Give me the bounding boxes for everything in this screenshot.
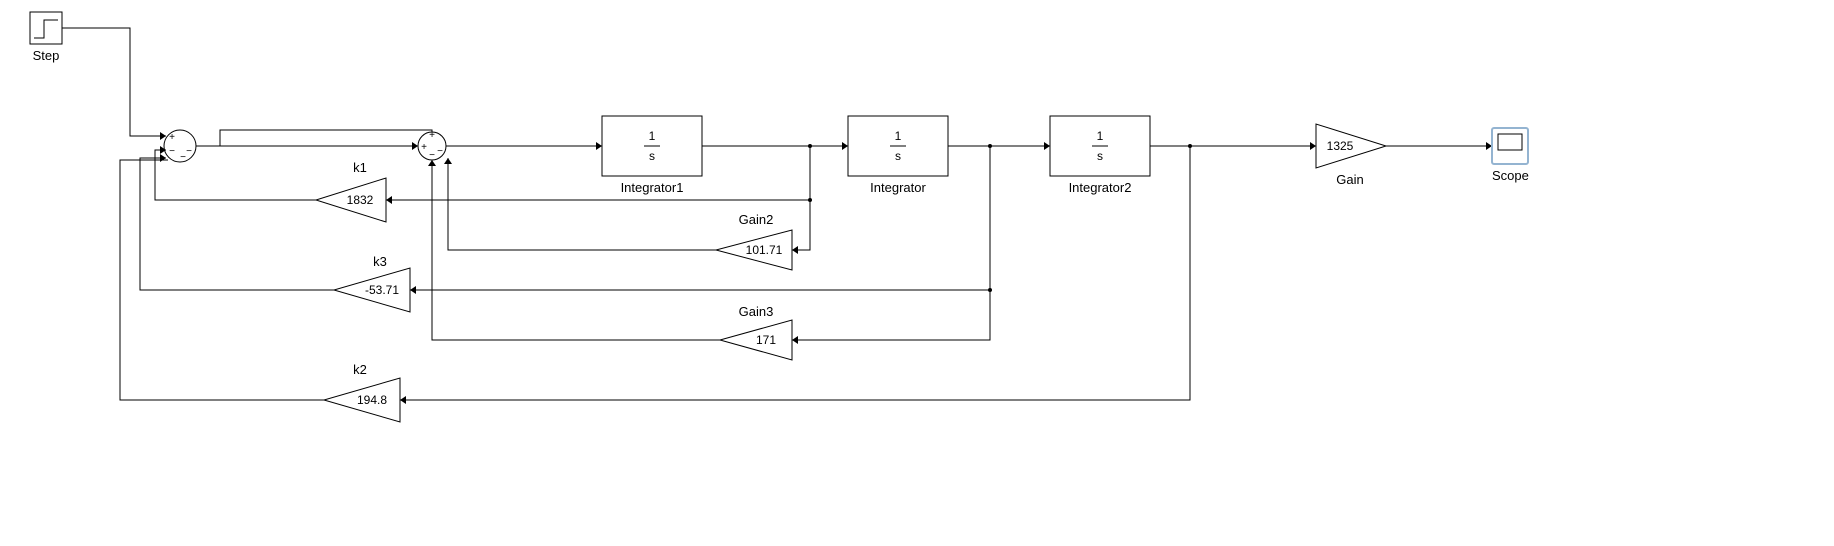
k3-label: k3	[360, 254, 400, 269]
sum2-block[interactable]: + + − −	[418, 130, 446, 161]
step-block[interactable]	[30, 12, 62, 44]
wire-gain-to-scope	[1386, 142, 1492, 150]
wire-sum1-to-sum2	[196, 130, 432, 150]
sum1-block[interactable]: + − − −	[164, 130, 196, 163]
wire-k3-to-sum1	[140, 154, 334, 290]
integrator2-top: 1	[1097, 129, 1104, 143]
gain3-label: Gain3	[726, 304, 786, 319]
integrator2-bot: s	[1097, 149, 1103, 163]
integrator1-bot: s	[649, 149, 655, 163]
integrator1-label: Integrator1	[602, 180, 702, 195]
wire-sum2-to-int1	[446, 142, 602, 150]
simulink-canvas[interactable]: + − − − + + − − 1 s 1 s	[0, 0, 1834, 543]
step-label: Step	[28, 48, 64, 63]
wire-k2-to-sum1	[120, 160, 324, 400]
k2-label: k2	[340, 362, 380, 377]
k1-label: k1	[340, 160, 380, 175]
integrator-block[interactable]: 1 s	[848, 116, 948, 176]
wire-int1-to-gain2	[792, 198, 812, 254]
wire-int-to-gain3	[792, 288, 992, 344]
wire-int-to-int2	[948, 142, 1050, 150]
k3-block[interactable]: -53.71	[334, 268, 410, 312]
svg-text:−: −	[429, 150, 435, 161]
svg-text:−: −	[437, 146, 443, 157]
scope-label: Scope	[1492, 168, 1528, 183]
gain-value: 1325	[1327, 139, 1354, 153]
integrator2-block[interactable]: 1 s	[1050, 116, 1150, 176]
svg-text:−: −	[186, 146, 192, 157]
k1-value: 1832	[347, 193, 374, 207]
integrator1-top: 1	[649, 129, 656, 143]
k3-value: -53.71	[365, 283, 399, 297]
gain3-block[interactable]: 171	[720, 320, 792, 360]
gain3-value: 171	[756, 333, 776, 347]
integrator-top: 1	[895, 129, 902, 143]
gain2-label: Gain2	[726, 212, 786, 227]
svg-text:+: +	[169, 132, 175, 143]
scope-block[interactable]	[1492, 128, 1528, 164]
wire-int1-to-int	[702, 142, 848, 150]
svg-text:+: +	[429, 130, 435, 141]
gain-label: Gain	[1320, 172, 1380, 187]
integrator1-block[interactable]: 1 s	[602, 116, 702, 176]
wire-int2-to-gain	[1150, 142, 1316, 150]
k2-block[interactable]: 194.8	[324, 378, 400, 422]
svg-text:+: +	[421, 142, 427, 153]
gain2-value: 101.71	[746, 243, 783, 257]
integrator2-label: Integrator2	[1050, 180, 1150, 195]
wire-step-to-sum1	[62, 28, 166, 140]
gain-block[interactable]: 1325	[1316, 124, 1386, 168]
integrator-label: Integrator	[848, 180, 948, 195]
diagram-svg: + − − − + + − − 1 s 1 s	[0, 0, 1834, 543]
wire-int1-to-k1	[386, 146, 810, 204]
k1-block[interactable]: 1832	[316, 178, 386, 222]
gain2-block[interactable]: 101.71	[716, 230, 792, 270]
integrator-bot: s	[895, 149, 901, 163]
k2-value: 194.8	[357, 393, 387, 407]
svg-text:−: −	[169, 146, 175, 157]
